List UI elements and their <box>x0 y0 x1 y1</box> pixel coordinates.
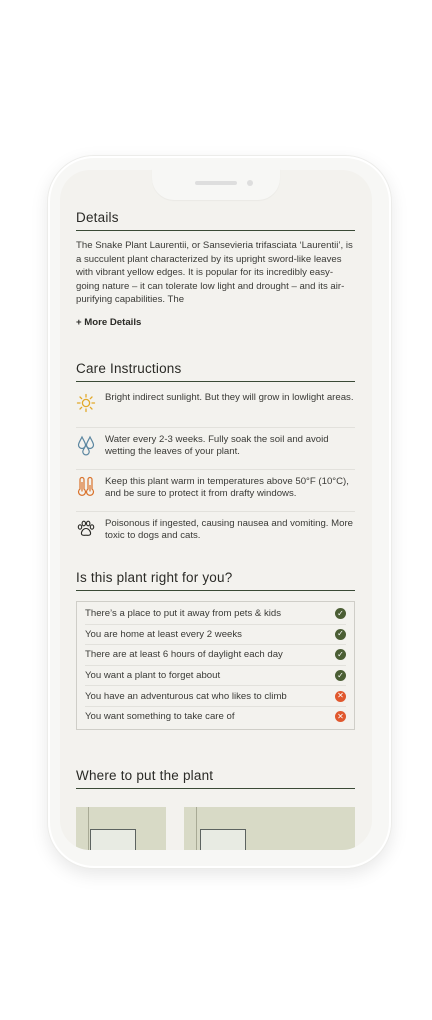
camera-icon <box>247 180 253 186</box>
placement-title: Where to put the plant <box>76 768 355 789</box>
check-icon: ✓ <box>335 608 346 620</box>
phone-notch <box>152 168 280 200</box>
check-icon: ✓ <box>335 670 346 682</box>
details-body: The Snake Plant Laurentii, or Sansevieri… <box>76 240 353 306</box>
phone-screen: Details The Snake Plant Laurentii, or Sa… <box>60 170 372 850</box>
care-instructions-section: Care Instructions Bright indirect sunlig… <box>76 361 355 553</box>
care-item-toxicity: Poisonous if ingested, causing nausea an… <box>76 512 355 553</box>
care-text-light: Bright indirect sunlight. But they will … <box>105 392 354 403</box>
care-title: Care Instructions <box>76 361 355 382</box>
plant-fit-checklist: There’s a place to put it away from pets… <box>76 601 355 730</box>
check-icon: ✓ <box>335 649 346 661</box>
checklist-row-label: You have an adventurous cat who likes to… <box>85 690 287 702</box>
checklist-row: You want something to take care of ✕ <box>85 707 346 727</box>
care-list: Bright indirect sunlight. But they will … <box>76 386 355 553</box>
plant-fit-section: Is this plant right for you? There’s a p… <box>76 570 355 730</box>
details-section: Details The Snake Plant Laurentii, or Sa… <box>76 210 355 328</box>
speaker-grille <box>195 181 237 185</box>
more-details-link[interactable]: + More Details <box>76 317 355 328</box>
wall-edge <box>88 807 89 850</box>
placement-card[interactable] <box>76 807 166 850</box>
care-text-toxicity: Poisonous if ingested, causing nausea an… <box>105 518 353 541</box>
checklist-row: You want a plant to forget about ✓ <box>85 666 346 687</box>
care-item-light: Bright indirect sunlight. But they will … <box>76 386 355 428</box>
placement-carousel[interactable] <box>76 807 355 850</box>
checklist-row-label: You want a plant to forget about <box>85 670 221 682</box>
cross-icon: ✕ <box>335 711 346 723</box>
care-text-temperature: Keep this plant warm in temperatures abo… <box>105 476 349 499</box>
placement-card[interactable] <box>184 807 355 850</box>
checklist-row: There’s a place to put it away from pets… <box>85 604 346 625</box>
details-title: Details <box>76 210 355 231</box>
care-item-temperature: Keep this plant warm in temperatures abo… <box>76 470 355 512</box>
care-text-water: Water every 2-3 weeks. Fully soak the so… <box>105 434 329 457</box>
checklist-row-label: There’s a place to put it away from pets… <box>85 608 282 620</box>
water-drops-icon <box>76 434 96 456</box>
checklist-row-label: You are home at least every 2 weeks <box>85 628 242 640</box>
thermometer-icon <box>76 476 96 498</box>
checklist-row-label: There are at least 6 hours of daylight e… <box>85 649 283 661</box>
paw-icon <box>76 518 96 540</box>
plant-fit-title: Is this plant right for you? <box>76 570 355 591</box>
checklist-row: You are home at least every 2 weeks ✓ <box>85 625 346 646</box>
check-icon: ✓ <box>335 628 346 640</box>
checklist-row: There are at least 6 hours of daylight e… <box>85 645 346 666</box>
checklist-row-label: You want something to take care of <box>85 711 235 723</box>
care-item-water: Water every 2-3 weeks. Fully soak the so… <box>76 428 355 470</box>
checklist-row: You have an adventurous cat who likes to… <box>85 686 346 707</box>
window-illustration <box>90 829 136 850</box>
placement-section: Where to put the plant <box>76 768 355 789</box>
sun-icon <box>76 392 96 414</box>
cross-icon: ✕ <box>335 690 346 702</box>
wall-edge <box>196 807 197 850</box>
window-illustration <box>200 829 246 850</box>
